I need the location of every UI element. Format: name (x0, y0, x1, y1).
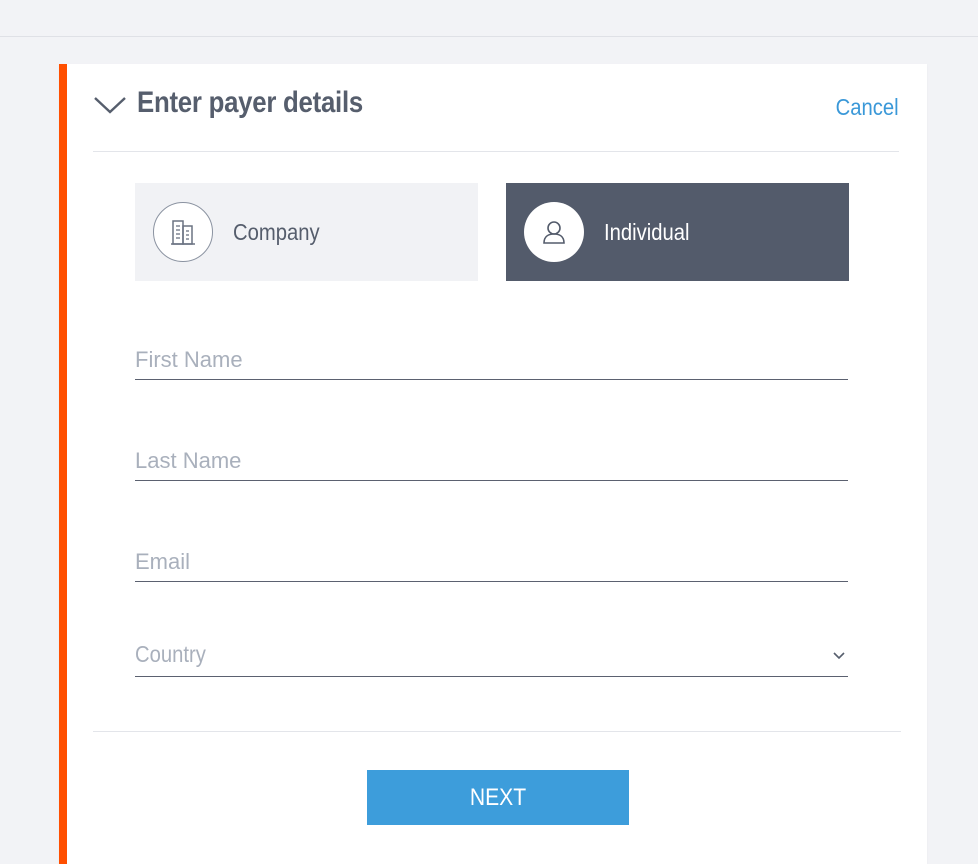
last-name-field (135, 431, 848, 481)
chevron-down-icon[interactable] (93, 94, 127, 116)
individual-icon-circle (524, 202, 584, 262)
next-button[interactable]: NEXT (367, 770, 629, 825)
user-icon (543, 221, 565, 244)
first-name-field (135, 330, 848, 380)
top-bar (0, 0, 978, 37)
card-header: Enter payer details Cancel (93, 86, 899, 152)
payer-type-individual-option[interactable]: Individual (506, 183, 849, 281)
company-icon-circle (153, 202, 213, 262)
next-button-label: NEXT (469, 783, 527, 811)
email-input[interactable] (135, 549, 815, 575)
individual-option-label: Individual (604, 218, 690, 245)
page-title: Enter payer details (137, 86, 363, 119)
payer-type-company-option[interactable]: Company (135, 183, 478, 281)
footer-divider (93, 731, 901, 732)
building-icon (171, 220, 195, 245)
company-option-label: Company (233, 218, 320, 245)
country-select[interactable]: Country (135, 627, 848, 677)
chevron-down-icon[interactable] (830, 650, 848, 662)
country-placeholder: Country (135, 641, 206, 667)
payer-details-card: Enter payer details Cancel Company Indiv… (59, 64, 927, 864)
cancel-link[interactable]: Cancel (836, 94, 899, 121)
first-name-input[interactable] (135, 347, 815, 373)
email-field (135, 532, 848, 582)
last-name-input[interactable] (135, 448, 815, 474)
